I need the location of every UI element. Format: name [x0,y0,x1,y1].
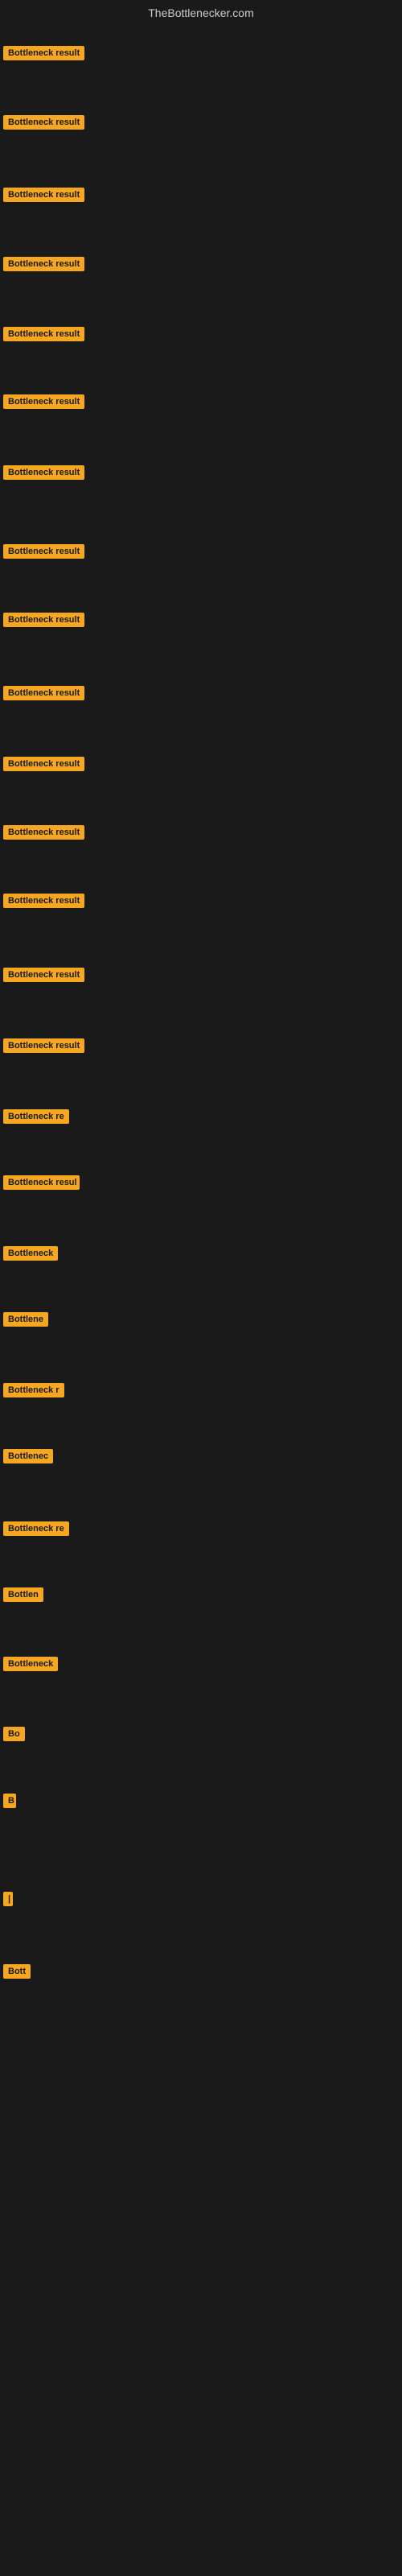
bottleneck-item[interactable]: Bottleneck result [3,327,84,345]
bottleneck-item[interactable]: Bottlen [3,1587,43,1606]
bottleneck-badge: Bottleneck r [3,1383,64,1397]
bottleneck-badge: Bottleneck result [3,968,84,982]
bottleneck-item[interactable]: Bottleneck result [3,894,84,912]
bottleneck-item[interactable]: Bottlenec [3,1449,53,1468]
bottleneck-item[interactable]: Bottleneck [3,1657,58,1675]
bottleneck-badge: Bottlene [3,1312,48,1327]
bottleneck-item[interactable]: Bottleneck result [3,465,84,484]
bottleneck-badge: Bottleneck result [3,327,84,341]
bottleneck-badge: Bo [3,1727,25,1741]
bottleneck-badge: | [3,1892,13,1906]
bottleneck-badge: Bott [3,1964,31,1979]
bottleneck-item[interactable]: Bottleneck r [3,1383,64,1402]
bottleneck-badge: Bottleneck result [3,544,84,559]
bottleneck-item[interactable]: Bottleneck result [3,188,84,206]
bottleneck-item[interactable]: | [3,1892,13,1910]
bottleneck-item[interactable]: Bott [3,1964,31,1983]
bottleneck-badge: Bottleneck resul [3,1175,80,1190]
bottleneck-item[interactable]: Bottleneck [3,1246,58,1265]
bottleneck-badge: Bottleneck result [3,188,84,202]
bottleneck-badge: Bottleneck result [3,257,84,271]
bottleneck-badge: Bottleneck result [3,686,84,700]
bottleneck-badge: B [3,1794,16,1808]
bottleneck-item[interactable]: Bo [3,1727,25,1745]
bottleneck-badge: Bottleneck re [3,1521,69,1536]
bottleneck-badge: Bottleneck result [3,46,84,60]
bottleneck-item[interactable]: Bottlene [3,1312,48,1331]
bottleneck-item[interactable]: Bottleneck result [3,613,84,631]
bottleneck-badge: Bottleneck result [3,894,84,908]
bottleneck-item[interactable]: Bottleneck result [3,825,84,844]
bottleneck-item[interactable]: Bottleneck re [3,1521,69,1540]
bottleneck-item[interactable]: Bottleneck result [3,757,84,775]
bottleneck-badge: Bottleneck [3,1657,58,1671]
bottleneck-badge: Bottleneck result [3,394,84,409]
bottleneck-item[interactable]: B [3,1794,16,1812]
site-header: TheBottlenecker.com [0,0,402,26]
site-title: TheBottlenecker.com [0,0,402,26]
bottleneck-item[interactable]: Bottleneck re [3,1109,69,1128]
bottleneck-item[interactable]: Bottleneck result [3,394,84,413]
bottleneck-badge: Bottleneck result [3,825,84,840]
bottleneck-badge: Bottleneck result [3,613,84,627]
bottleneck-item[interactable]: Bottleneck result [3,544,84,563]
bottleneck-item[interactable]: Bottleneck resul [3,1175,80,1194]
bottleneck-badge: Bottleneck result [3,115,84,130]
bottleneck-badge: Bottleneck result [3,757,84,771]
bottleneck-badge: Bottleneck result [3,1038,84,1053]
bottleneck-item[interactable]: Bottleneck result [3,115,84,134]
bottleneck-badge: Bottlenec [3,1449,53,1463]
bottleneck-item[interactable]: Bottleneck result [3,968,84,986]
bottleneck-badge: Bottleneck re [3,1109,69,1124]
bottleneck-item[interactable]: Bottleneck result [3,686,84,704]
bottleneck-badge: Bottleneck [3,1246,58,1261]
bottleneck-item[interactable]: Bottleneck result [3,1038,84,1057]
bottleneck-item[interactable]: Bottleneck result [3,257,84,275]
bottleneck-badge: Bottlen [3,1587,43,1602]
bottleneck-item[interactable]: Bottleneck result [3,46,84,64]
bottleneck-badge: Bottleneck result [3,465,84,480]
